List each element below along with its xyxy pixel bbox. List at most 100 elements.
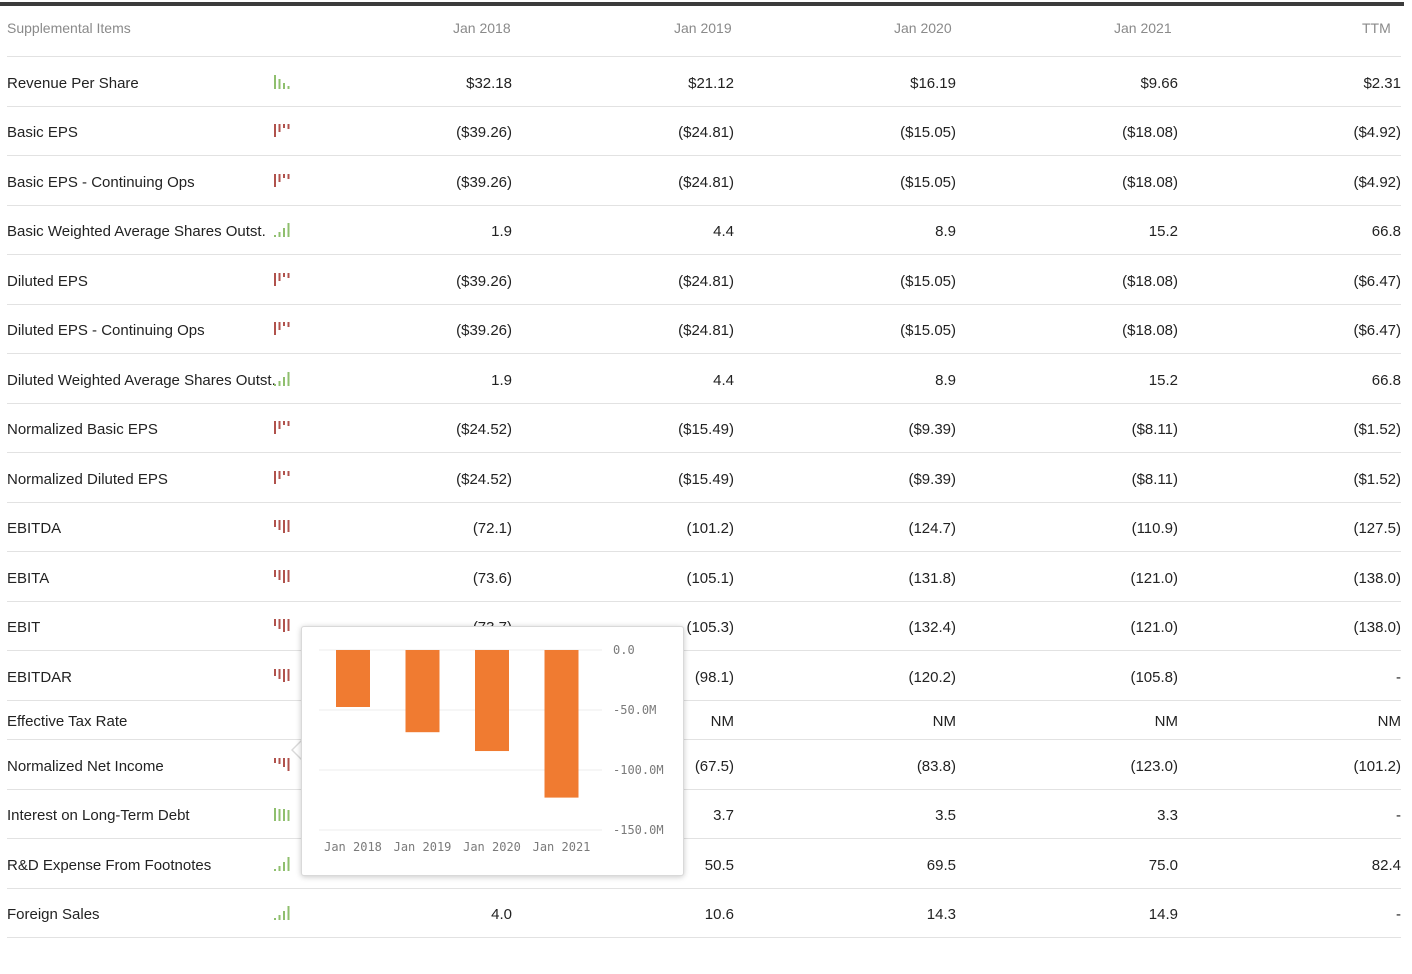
table-row[interactable]: Basic EPS - Continuing Ops ($39.26) ($24.8… [7, 156, 1401, 206]
row-value: ($9.39) [908, 471, 956, 488]
row-label: Effective Tax Rate [7, 713, 128, 730]
row-value: ($9.39) [908, 421, 956, 438]
sparkline-bar [274, 520, 276, 527]
row-value: 15.2 [1148, 223, 1178, 240]
sparkline-icon[interactable] [272, 569, 292, 585]
sparkline-bar [283, 228, 285, 237]
sparkline-icon[interactable] [272, 856, 292, 872]
table-row[interactable]: EBITA (73.6) (105.1) (131.8) (121.0) (138.0) [7, 552, 1401, 602]
table-row[interactable]: Normalized Basic EPS ($24.52) ($15.49) ($9.… [7, 404, 1401, 453]
sparkline-bar [278, 273, 281, 281]
table-row[interactable]: Diluted Weighted Average Shares Outst. 1.… [7, 354, 1401, 404]
row-value: ($39.26) [456, 322, 512, 339]
row-value: ($18.08) [1122, 174, 1178, 191]
sparkline-icon[interactable] [272, 618, 292, 634]
y-tick-label: -50.0M [613, 703, 656, 717]
sparkline-bar [274, 124, 276, 137]
row-value: (121.0) [1130, 570, 1178, 587]
table-row[interactable]: EBITDAR (98.1) (120.2) (105.8) - [7, 651, 1401, 701]
row-value: ($18.08) [1122, 124, 1178, 141]
sparkline-bar [283, 619, 285, 632]
sparkline-icon[interactable] [272, 272, 292, 288]
table-row[interactable]: Basic EPS ($39.26) ($24.81) ($15.05) ($18.08… [7, 107, 1401, 156]
table-row[interactable]: Diluted EPS ($39.26) ($24.81) ($15.05) ($18.… [7, 255, 1401, 305]
sparkline-bar [278, 471, 281, 479]
sparkline-bar [287, 619, 290, 631]
sparkline-bar [283, 911, 285, 920]
sparkline-icon[interactable] [272, 905, 292, 921]
row-value: 15.2 [1148, 372, 1178, 389]
sparkline-icon[interactable] [272, 371, 292, 387]
sparkline-bar [274, 75, 276, 89]
sparkline-bar [278, 809, 281, 821]
table-row[interactable]: Normalized Net Income (67.5) (83.8) (123.0)… [7, 740, 1401, 790]
sparkline-icon[interactable] [272, 806, 292, 822]
header-col-4[interactable]: Jan 2021 [1114, 20, 1172, 36]
row-value: 3.5 [935, 807, 956, 824]
sparkline-icon[interactable] [272, 519, 292, 535]
row-value: 14.9 [1148, 906, 1178, 923]
row-value: ($6.47) [1353, 273, 1401, 290]
sparkline-icon[interactable] [272, 123, 292, 139]
table-row[interactable]: Interest on Long-Term Debt 3.7 3.5 3.3- [7, 790, 1401, 839]
row-value: ($8.11) [1131, 471, 1178, 488]
row-value: (73.6) [472, 570, 512, 587]
sparkline-icon[interactable] [272, 668, 292, 684]
sparkline-icon[interactable] [272, 470, 292, 486]
row-value: 1.9 [491, 372, 512, 389]
tooltip-bar[interactable] [336, 650, 370, 707]
table-row[interactable]: Effective Tax Rate NM NM NM NM [7, 701, 1401, 740]
row-label: Interest on Long-Term Debt [7, 807, 190, 824]
sparkline-icon[interactable] [272, 74, 292, 90]
x-tick-label: Jan 2021 [533, 840, 591, 854]
header-col-2[interactable]: Jan 2019 [674, 20, 732, 36]
tooltip-bar[interactable] [405, 650, 440, 733]
table-row[interactable]: R&D Expense From Footnotes 50.5 69.5 75.0 82… [7, 839, 1401, 889]
sparkline-bar [278, 124, 281, 132]
table-row[interactable]: EBITDA (72.1) (101.2) (124.7) (110.9) (127.5) [7, 503, 1401, 552]
sparkline-icon[interactable] [272, 757, 292, 773]
y-tick-label: -100.0M [613, 763, 664, 777]
row-value: (138.0) [1353, 619, 1401, 636]
row-label: Diluted EPS - Continuing Ops [7, 322, 205, 339]
row-value: (131.8) [908, 570, 956, 587]
sparkline-icon[interactable] [272, 173, 292, 189]
sparkline-icon[interactable] [272, 321, 292, 337]
sparkline-bar [287, 758, 290, 771]
sparkline-bar [274, 869, 276, 871]
sparkline-bar [274, 174, 276, 187]
row-value: ($1.52) [1353, 421, 1401, 438]
sparkline-bar [287, 520, 290, 532]
row-value: ($4.92) [1353, 124, 1401, 141]
table-row[interactable]: Diluted EPS - Continuing Ops ($39.26) ($24… [7, 305, 1401, 354]
header-col-ttm[interactable]: TTM [1362, 20, 1391, 36]
tooltip-bar[interactable] [475, 650, 509, 752]
row-label: Diluted Weighted Average Shares Outst. [7, 372, 276, 389]
sparkline-bar [283, 174, 285, 178]
row-value: ($6.47) [1353, 322, 1401, 339]
header-col-3[interactable]: Jan 2020 [894, 20, 952, 36]
row-value: (120.2) [908, 669, 956, 686]
table-row[interactable]: Revenue Per Share $32.18 $21.12 $16.19 $9.66… [7, 57, 1401, 107]
row-value: (105.8) [1130, 669, 1178, 686]
sparkline-bar [278, 520, 281, 530]
table-row[interactable]: EBIT(73.7)(105.3)(132.4)(121.0)(138.0) [7, 602, 1401, 651]
sparkline-bar [278, 669, 281, 679]
sparkline-icon[interactable] [272, 420, 292, 436]
sparkline-icon[interactable] [272, 222, 292, 238]
row-value: NM [1154, 713, 1178, 730]
header-col-1[interactable]: Jan 2018 [453, 20, 511, 36]
row-value: (83.8) [916, 758, 956, 775]
sparkline-bar [283, 124, 285, 128]
header-label: Supplemental Items [7, 20, 131, 36]
table-row[interactable]: Foreign Sales 4.0 10.6 14.3 14.9 - [7, 889, 1401, 938]
table-row[interactable]: Normalized Diluted EPS ($24.52) ($15.49) ($… [7, 453, 1401, 503]
row-label: Basic EPS [7, 124, 78, 141]
row-value: 8.9 [935, 372, 956, 389]
table-row[interactable]: Basic Weighted Average Shares Outst. 1.9 4… [7, 206, 1401, 255]
row-value: $2.31 [1363, 75, 1401, 92]
sparkline-bar [283, 570, 285, 583]
tooltip-bar[interactable] [544, 650, 579, 798]
row-value: (121.0) [1130, 619, 1178, 636]
row-value: - [1396, 669, 1401, 686]
